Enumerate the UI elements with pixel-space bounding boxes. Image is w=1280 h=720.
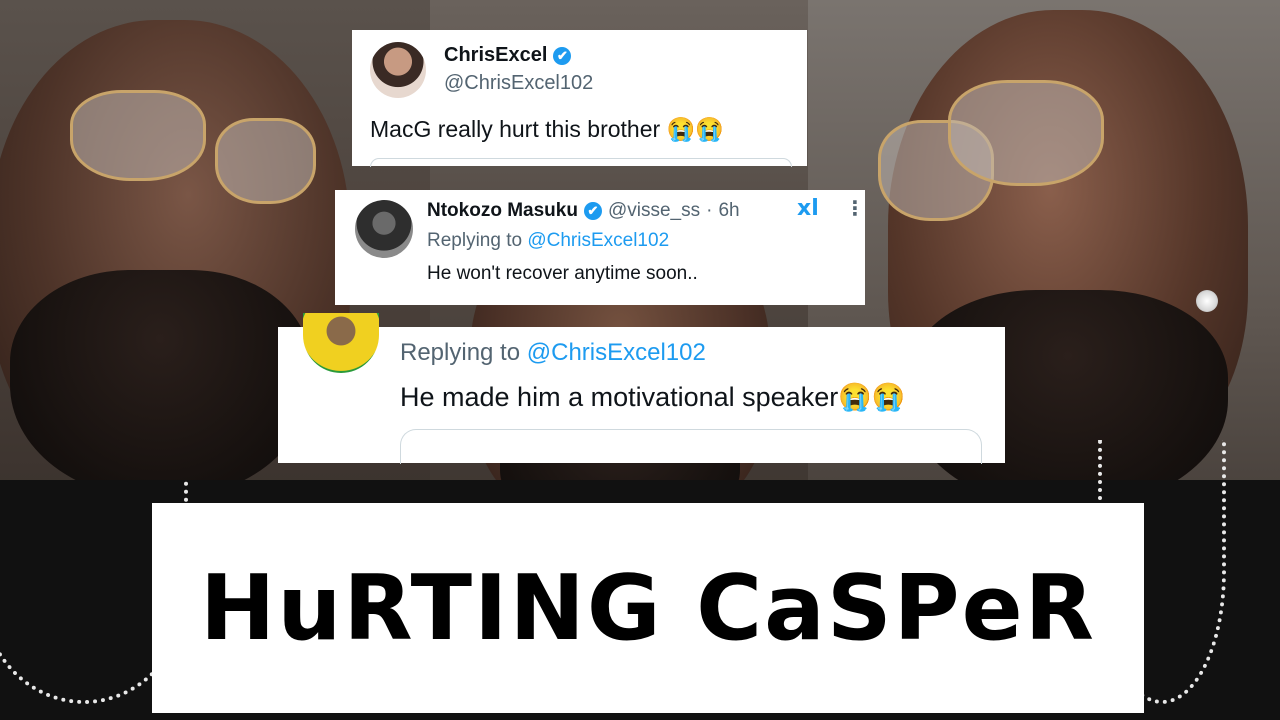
tweet-text: He made him a motivational speaker😭😭 xyxy=(400,382,906,412)
tweet-card[interactable]: Replying to @ChrisExcel102 He made him a… xyxy=(278,313,1005,464)
sunglasses xyxy=(215,118,316,204)
sunglasses xyxy=(948,80,1104,186)
tweet-header: Ntokozo Masuku ✔ @visse_ss · 6h xyxy=(427,200,740,222)
user-handle[interactable]: @visse_ss xyxy=(608,200,700,222)
display-name[interactable]: ChrisExcel xyxy=(444,44,547,67)
avatar[interactable] xyxy=(370,42,426,98)
verified-badge-icon: ✔ xyxy=(583,202,602,220)
replying-to: Replying to @ChrisExcel102 xyxy=(400,339,706,367)
mention-link[interactable]: @ChrisExcel102 xyxy=(527,230,669,251)
quoted-tweet[interactable] xyxy=(370,158,792,167)
replying-label: Replying to xyxy=(400,339,527,366)
avatar[interactable] xyxy=(303,313,379,373)
replying-label: Replying to xyxy=(427,230,528,251)
more-options-icon[interactable]: ⋮ xyxy=(845,198,865,218)
app-logo-icon: xl xyxy=(797,196,819,221)
tweet-text: He won't recover anytime soon.. xyxy=(427,263,698,284)
avatar[interactable] xyxy=(355,200,413,258)
tweet-header: ChrisExcel ✔ xyxy=(444,44,572,67)
display-name[interactable]: Ntokozo Masuku xyxy=(427,200,578,222)
diamond-earring xyxy=(1196,290,1218,312)
quoted-tweet[interactable] xyxy=(400,429,982,464)
title-text: HuRTING CaSPeR xyxy=(200,555,1096,661)
replying-to: Replying to @ChrisExcel102 xyxy=(427,230,669,252)
sunglasses xyxy=(70,90,206,181)
title-banner: HuRTING CaSPeR xyxy=(152,503,1144,713)
separator: · xyxy=(706,200,713,221)
timestamp[interactable]: 6h xyxy=(718,200,739,222)
tweet-card[interactable]: ChrisExcel ✔ @ChrisExcel102 MacG really … xyxy=(352,30,807,167)
mention-link[interactable]: @ChrisExcel102 xyxy=(527,339,706,366)
beard xyxy=(10,270,310,500)
verified-badge-icon: ✔ xyxy=(553,46,572,65)
tweet-text: MacG really hurt this brother 😭😭 xyxy=(370,116,724,142)
tweet-card[interactable]: Ntokozo Masuku ✔ @visse_ss · 6h xl ⋮ Rep… xyxy=(335,190,865,305)
user-handle[interactable]: @ChrisExcel102 xyxy=(444,72,593,95)
